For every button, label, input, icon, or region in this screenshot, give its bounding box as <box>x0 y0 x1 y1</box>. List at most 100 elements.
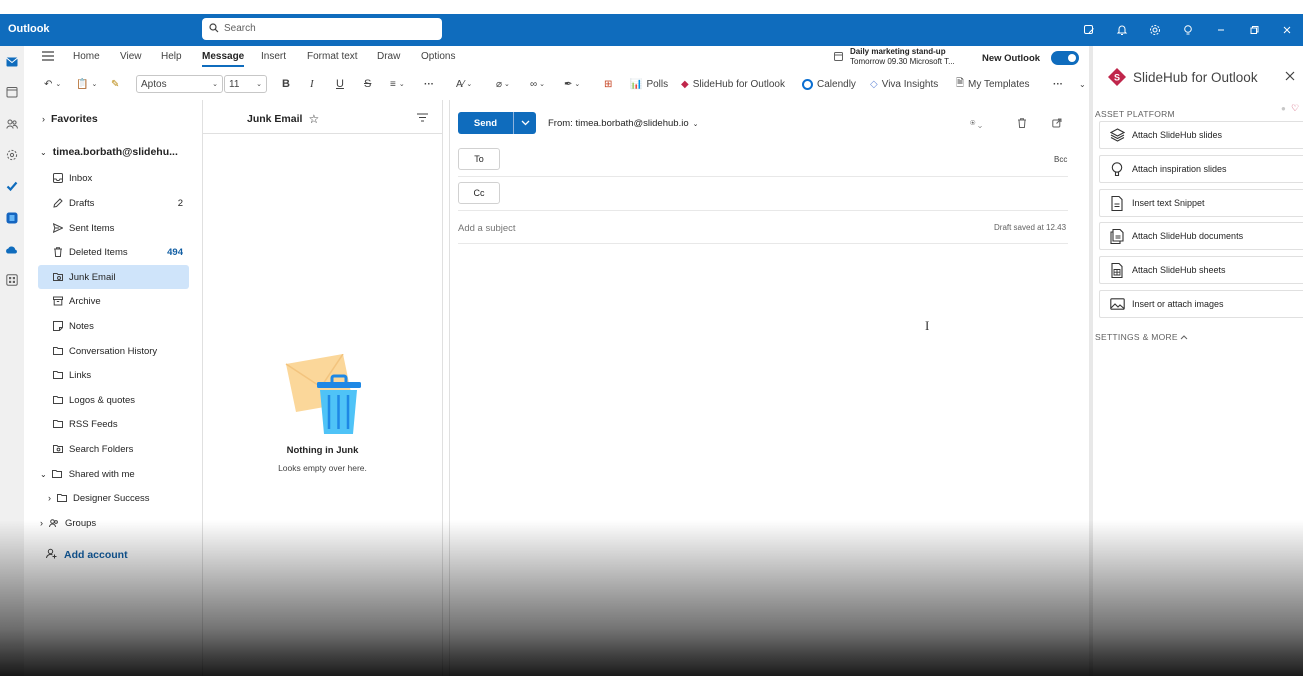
to-field[interactable] <box>504 148 1044 170</box>
shared-with-me[interactable]: ⌄ Shared with me <box>40 462 191 486</box>
tab-insert[interactable]: Insert <box>261 51 286 62</box>
more-options-icon[interactable]: ··· <box>1053 75 1063 93</box>
message-body[interactable] <box>458 250 1068 670</box>
ribbon-collapse-icon[interactable]: ⌄ <box>1079 75 1086 93</box>
folder-conversation-history[interactable]: Conversation History <box>38 339 189 363</box>
tab-message[interactable]: Message <box>202 51 245 67</box>
sensitivity-icon[interactable]: ⍟ ⌄ <box>970 118 982 129</box>
underline-icon[interactable]: U <box>336 75 344 93</box>
designer-success[interactable]: › Designer Success <box>48 486 199 510</box>
groups[interactable]: › Groups <box>40 511 191 535</box>
tab-view[interactable]: View <box>120 51 142 62</box>
notification-icon[interactable]: ♡ <box>1291 103 1299 114</box>
bcc-button[interactable]: Bcc <box>1054 155 1067 164</box>
settings-more-toggle[interactable]: SETTINGS & MORE <box>1095 332 1188 342</box>
font-name-select[interactable]: Aptos ⌄ <box>136 75 223 93</box>
mail-icon[interactable] <box>5 55 18 68</box>
restore-icon[interactable] <box>1237 14 1270 46</box>
attach-slides-button[interactable]: Attach SlideHub slides <box>1099 121 1303 149</box>
polls-button[interactable]: 📊 Polls <box>630 75 668 93</box>
subject-input[interactable] <box>458 220 878 236</box>
add-account-button[interactable]: Add account <box>46 548 128 562</box>
gear-icon[interactable] <box>1138 14 1171 46</box>
bold-icon[interactable]: B <box>282 75 290 93</box>
account-header[interactable]: ⌄ timea.borbath@slidehu... <box>40 146 178 158</box>
filter-icon[interactable] <box>417 113 428 125</box>
editor-icon[interactable]: A⁄ ⌄ <box>456 75 472 93</box>
send-button[interactable]: Send <box>458 112 536 134</box>
paragraph-icon[interactable]: ≡ ⌄ <box>390 75 405 93</box>
folder-rss-feeds[interactable]: RSS Feeds <box>38 412 189 436</box>
word-app-icon[interactable] <box>5 211 18 224</box>
close-icon[interactable] <box>1285 71 1295 84</box>
card-label: Attach SlideHub slides <box>1132 130 1223 140</box>
folder-inbox[interactable]: Inbox <box>38 166 189 190</box>
to-button[interactable]: To <box>458 148 500 170</box>
attach-inspiration-button[interactable]: Attach inspiration slides <box>1099 155 1303 183</box>
tab-home[interactable]: Home <box>73 51 100 62</box>
insert-images-button[interactable]: Insert or attach images <box>1099 290 1303 318</box>
folder-search-folders[interactable]: Search Folders <box>38 437 189 461</box>
signature-icon[interactable]: ✒ ⌄ <box>564 75 580 93</box>
todo-check-icon[interactable] <box>5 179 18 192</box>
ribbon-tabs: Home View Help Message Insert Format tex… <box>36 46 1088 68</box>
onedrive-icon[interactable] <box>5 243 18 256</box>
folder-junk[interactable]: Junk Email <box>38 265 189 289</box>
tab-draw[interactable]: Draw <box>377 51 400 62</box>
tab-format-text[interactable]: Format text <box>307 51 358 62</box>
calendar-icon[interactable] <box>5 85 18 98</box>
calendly-button[interactable]: Calendly <box>802 75 856 93</box>
search-input[interactable]: Search <box>202 18 442 40</box>
cc-button[interactable]: Cc <box>458 182 500 204</box>
italic-icon[interactable]: I <box>310 75 314 93</box>
compose-note-icon[interactable] <box>1072 14 1105 46</box>
folder-drafts[interactable]: Drafts 2 <box>38 191 189 215</box>
attach-documents-button[interactable]: Attach SlideHub documents <box>1099 222 1303 250</box>
groups-icon[interactable] <box>5 148 18 161</box>
strikethrough-icon[interactable]: S <box>364 75 371 93</box>
addin-title: SlideHub for Outlook <box>1133 70 1258 85</box>
favorites-header[interactable]: › Favorites <box>42 113 98 125</box>
close-icon[interactable] <box>1270 14 1303 46</box>
my-templates-button[interactable]: 🗎 My Templates <box>956 75 1030 93</box>
overflow-icon[interactable]: ··· <box>424 75 434 93</box>
folder-sent[interactable]: Sent Items <box>38 216 189 240</box>
people-icon[interactable] <box>5 117 18 130</box>
cc-field[interactable] <box>504 182 1044 204</box>
hamburger-icon[interactable] <box>42 51 54 64</box>
chevron-down-icon[interactable] <box>514 112 536 134</box>
folder-icon <box>52 395 63 406</box>
folder-deleted[interactable]: Deleted Items 494 <box>38 240 189 264</box>
link-icon[interactable]: ∞ ⌄ <box>530 75 545 93</box>
font-size-select[interactable]: 11 ⌄ <box>224 75 267 93</box>
bell-icon[interactable] <box>1105 14 1138 46</box>
viva-insights-button[interactable]: ◇ Viva Insights <box>870 75 938 93</box>
chevron-right-icon: › <box>42 114 45 124</box>
minimize-icon[interactable] <box>1204 14 1237 46</box>
insert-snippet-button[interactable]: Insert text Snippet <box>1099 189 1303 217</box>
junk-icon <box>52 272 63 283</box>
tab-options[interactable]: Options <box>421 51 455 62</box>
lightbulb-icon[interactable] <box>1171 14 1204 46</box>
apps-grid-icon[interactable]: ⊞ <box>604 75 612 93</box>
attach-sheets-button[interactable]: Attach SlideHub sheets <box>1099 256 1303 284</box>
folder-count: 494 <box>167 246 183 258</box>
folder-links[interactable]: Links <box>38 363 189 387</box>
undo-icon[interactable]: ↶ ⌄ <box>44 75 61 93</box>
star-icon[interactable]: ☆ <box>308 112 319 126</box>
folder-notes[interactable]: Notes <box>38 314 189 338</box>
discard-trash-icon[interactable] <box>1017 118 1027 131</box>
folder-archive[interactable]: Archive <box>38 289 189 313</box>
folder-logos-quotes[interactable]: Logos & quotes <box>38 388 189 412</box>
format-painter-icon[interactable]: ✎ <box>111 75 119 93</box>
new-outlook-toggle[interactable] <box>1051 51 1079 65</box>
tab-help[interactable]: Help <box>161 51 182 62</box>
status-dot-icon: ● <box>1281 104 1286 113</box>
meeting-reminder[interactable]: Daily marketing stand-up Tomorrow 09.30 … <box>850 47 955 67</box>
slidehub-ribbon-button[interactable]: ◆ SlideHub for Outlook <box>681 75 785 93</box>
popout-icon[interactable] <box>1052 118 1062 131</box>
clipboard-icon[interactable]: 📋 ⌄ <box>76 75 97 93</box>
attach-icon[interactable]: ⌀ ⌄ <box>496 75 510 93</box>
apps-icon[interactable] <box>5 273 18 286</box>
from-selector[interactable]: From: timea.borbath@slidehub.io ⌄ <box>548 118 698 129</box>
